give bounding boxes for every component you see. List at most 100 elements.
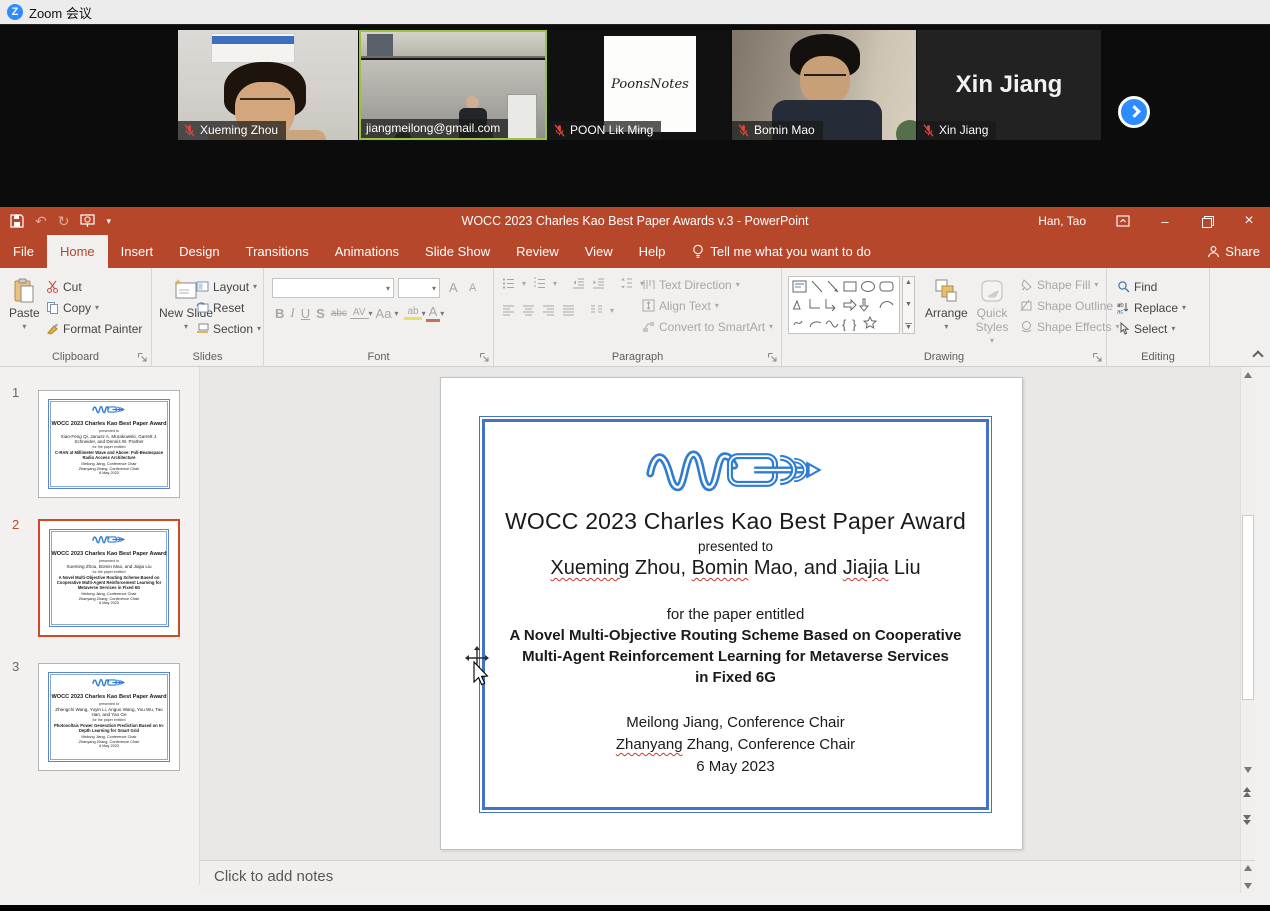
- clipboard-dialog-launcher[interactable]: [137, 352, 148, 363]
- reset-button[interactable]: Reset: [196, 297, 261, 318]
- scrollbar-thumb[interactable]: [1242, 515, 1254, 700]
- align-right-icon[interactable]: [542, 304, 555, 317]
- restore-button[interactable]: [1186, 207, 1228, 235]
- convert-to-smartart-button[interactable]: Convert to SmartArt ▾: [642, 316, 773, 337]
- next-slide-button[interactable]: [1243, 815, 1251, 825]
- notes-scrollbar[interactable]: [1240, 861, 1255, 893]
- participant-tile-xueming-zhou[interactable]: Xueming Zhou: [178, 30, 358, 140]
- thumb-date: 6 May 2023: [50, 601, 168, 605]
- start-from-beginning-icon[interactable]: [80, 214, 95, 228]
- copy-button[interactable]: Copy ▾: [46, 297, 142, 318]
- quick-styles-button[interactable]: Quick Styles ▾: [968, 274, 1016, 349]
- highlight-color-button[interactable]: ab: [404, 306, 421, 320]
- shape-outline-button[interactable]: Shape Outline ▾: [1020, 295, 1121, 316]
- author-name: Xueming: [550, 557, 629, 579]
- drawing-dialog-launcher[interactable]: [1092, 352, 1103, 363]
- scroll-down-icon[interactable]: ▼: [905, 301, 912, 308]
- numbering-icon[interactable]: [533, 277, 546, 290]
- select-button[interactable]: Select ▾: [1117, 318, 1186, 339]
- bullets-icon[interactable]: [502, 277, 515, 290]
- paragraph-dialog-launcher[interactable]: [767, 352, 778, 363]
- shape-gallery-scrollbar[interactable]: ▲ ▼ ▼: [902, 276, 915, 334]
- section-button[interactable]: Section ▾: [196, 318, 261, 339]
- font-name-combo[interactable]: ▾: [272, 278, 394, 298]
- shape-effects-button[interactable]: Shape Effects ▾: [1020, 316, 1121, 337]
- undo-icon[interactable]: ↶: [35, 213, 47, 230]
- line-spacing-icon[interactable]: [620, 277, 633, 290]
- replace-button[interactable]: abac Replace ▾: [1117, 297, 1186, 318]
- signed-in-user[interactable]: Han, Tao: [1038, 214, 1086, 228]
- slide-canvas[interactable]: WOCC 2023 Charles Kao Best Paper Award p…: [440, 377, 1023, 850]
- paste-button[interactable]: Paste ▾: [4, 274, 45, 335]
- bold-button[interactable]: B: [272, 306, 287, 321]
- slide-thumbnail-2[interactable]: WOCC 2023 Charles Kao Best Paper Award p…: [38, 519, 180, 637]
- participant-tile-poon-lik-ming[interactable]: PoonsNotes POON Lik Ming: [548, 30, 731, 140]
- layout-button[interactable]: Layout ▾: [196, 276, 261, 297]
- increase-indent-icon[interactable]: [592, 277, 605, 290]
- previous-slide-button[interactable]: [1243, 787, 1251, 797]
- minimize-button[interactable]: –: [1144, 207, 1186, 235]
- vertical-scrollbar[interactable]: [1240, 367, 1255, 860]
- save-icon[interactable]: [10, 214, 24, 228]
- shape-gallery[interactable]: { }: [788, 276, 900, 334]
- tab-home[interactable]: Home: [47, 235, 108, 268]
- tab-transitions[interactable]: Transitions: [233, 235, 322, 268]
- tab-slide-show[interactable]: Slide Show: [412, 235, 503, 268]
- format-painter-button[interactable]: Format Painter: [46, 318, 142, 339]
- tab-review[interactable]: Review: [503, 235, 572, 268]
- scroll-up-arrow[interactable]: [1244, 372, 1252, 378]
- reset-label: Reset: [213, 301, 244, 315]
- muted-mic-icon: [183, 124, 196, 137]
- cut-button[interactable]: Cut: [46, 276, 142, 297]
- decrease-indent-icon[interactable]: [572, 277, 585, 290]
- next-participants-button[interactable]: [1118, 96, 1150, 128]
- align-left-icon[interactable]: [502, 304, 515, 317]
- tell-me-box[interactable]: Tell me what you want to do: [678, 235, 884, 268]
- tab-file[interactable]: File: [0, 235, 47, 268]
- scroll-down-arrow[interactable]: [1244, 883, 1252, 889]
- font-color-button[interactable]: A: [426, 304, 441, 322]
- collapse-ribbon-button[interactable]: [1252, 350, 1263, 361]
- strikethrough-button[interactable]: abc: [328, 308, 350, 319]
- customize-qat-icon[interactable]: ▾: [106, 216, 111, 227]
- participant-tile-jiangmeilong[interactable]: jiangmeilong@gmail.com: [359, 30, 547, 140]
- shrink-font-button[interactable]: A: [466, 277, 479, 298]
- thumb-authors: Xiao-Feng Qi, Janusz A. Murakowski, Garr…: [49, 434, 169, 444]
- italic-button[interactable]: I: [287, 305, 297, 321]
- change-case-button[interactable]: Aa: [373, 306, 395, 321]
- font-dialog-launcher[interactable]: [479, 352, 490, 363]
- font-size-combo[interactable]: ▾: [398, 278, 440, 298]
- redo-icon[interactable]: ↻: [58, 213, 70, 230]
- text-direction-button[interactable]: Text Direction ▾: [642, 274, 773, 295]
- tab-insert[interactable]: Insert: [108, 235, 167, 268]
- text-shadow-button[interactable]: S: [313, 306, 328, 321]
- scroll-down-arrow[interactable]: [1244, 767, 1252, 773]
- scroll-up-arrow[interactable]: [1244, 865, 1252, 871]
- tab-animations[interactable]: Animations: [322, 235, 412, 268]
- align-center-icon[interactable]: [522, 304, 535, 317]
- tab-help[interactable]: Help: [626, 235, 679, 268]
- scroll-up-icon[interactable]: ▲: [905, 279, 912, 286]
- slide-thumbnail-1[interactable]: WOCC 2023 Charles Kao Best Paper Award p…: [38, 390, 180, 498]
- ribbon-display-options-button[interactable]: [1102, 207, 1144, 235]
- underline-button[interactable]: U: [298, 306, 313, 321]
- grow-font-button[interactable]: A: [446, 277, 461, 298]
- arrange-button[interactable]: Arrange ▾: [920, 274, 973, 335]
- participant-tile-xin-jiang[interactable]: Xin Jiang Xin Jiang: [917, 30, 1101, 140]
- gallery-more-icon[interactable]: ▼: [905, 323, 912, 331]
- columns-icon[interactable]: [590, 304, 603, 317]
- share-button[interactable]: Share: [1207, 235, 1260, 268]
- align-text-button[interactable]: Align Text ▾: [642, 295, 773, 316]
- participant-tile-bomin-mao[interactable]: Bomin Mao: [732, 30, 916, 140]
- tab-view[interactable]: View: [572, 235, 626, 268]
- shape-fill-button[interactable]: Shape Fill ▾: [1020, 274, 1121, 295]
- slide-thumbnail-3[interactable]: WOCC 2023 Charles Kao Best Paper Award p…: [38, 663, 180, 771]
- justify-icon[interactable]: [562, 304, 575, 317]
- notes-placeholder[interactable]: Click to add notes: [214, 868, 333, 885]
- notes-pane[interactable]: Click to add notes: [200, 860, 1255, 892]
- slide-editing-area[interactable]: WOCC 2023 Charles Kao Best Paper Award p…: [200, 367, 1255, 860]
- tab-design[interactable]: Design: [166, 235, 232, 268]
- find-button[interactable]: Find: [1117, 276, 1186, 297]
- character-spacing-button[interactable]: AV: [350, 307, 369, 319]
- close-button[interactable]: ×: [1228, 207, 1270, 235]
